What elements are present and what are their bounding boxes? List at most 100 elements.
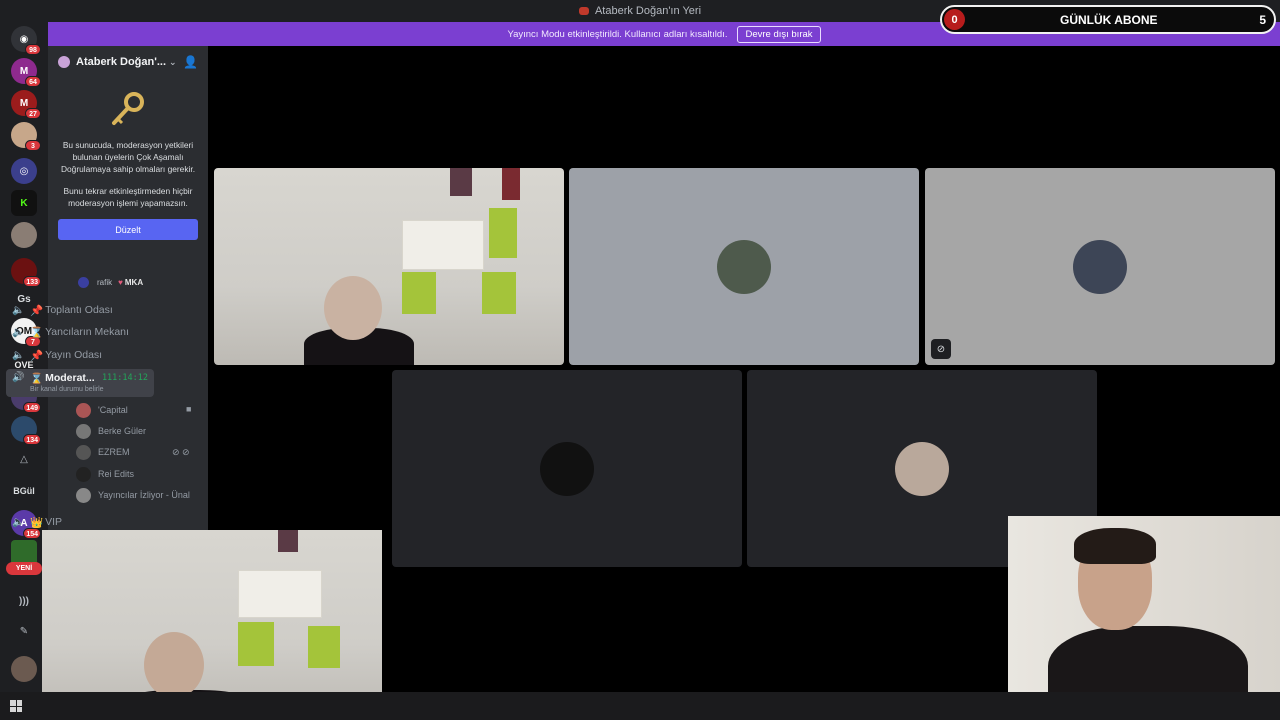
banner-message: Yayıncı Modu etkinleştirildi. Kullanıcı … (507, 28, 728, 40)
avatar (1073, 239, 1127, 294)
wall-poster (278, 530, 298, 552)
voice-member-rei-edits[interactable]: Rei Edits (76, 465, 134, 483)
green-shelf (402, 272, 436, 314)
channel-label: Yancıların Mekanı (45, 326, 129, 338)
person-hair (1074, 528, 1156, 564)
speaker-icon: 🔈 (12, 516, 25, 528)
key-icon (112, 92, 144, 125)
channel-label: Moderat... (45, 372, 95, 384)
avatar (78, 277, 89, 288)
rss-icon[interactable]: ))) (11, 588, 37, 614)
invite-people-icon[interactable]: 👤 (183, 55, 198, 69)
server-photo-4-icon[interactable]: 134 (11, 416, 41, 445)
member-name: Rei Edits (98, 469, 135, 479)
person-face (144, 632, 204, 698)
voice-member-ezrem[interactable]: EZREM (76, 443, 130, 461)
guild-header[interactable]: Ataberk Doğan'... ⌄ 👤 (48, 46, 208, 78)
green-shelf (489, 208, 517, 258)
channel-yayin-odasi[interactable]: 🔈 📌 Yayın Odası (6, 345, 154, 365)
green-shelf (308, 626, 340, 668)
windows-start-icon[interactable] (10, 700, 22, 712)
user-avatar[interactable] (11, 656, 37, 682)
server-discord-blue-icon[interactable]: ◎ (11, 158, 37, 184)
video-tile-avatar-2[interactable]: ⊘ (925, 168, 1275, 365)
member-name: EZREM (98, 447, 130, 457)
channel-prefix-icon: 👑 (30, 516, 44, 529)
voice-member-yayincilar-izliyor[interactable]: Yayıncılar İzliyor - Ünal (76, 486, 190, 504)
webcam-overlay-right (1008, 516, 1280, 720)
taskbar (0, 692, 1280, 720)
fix-mfa-button[interactable]: Düzelt (58, 219, 198, 240)
chevron-down-icon: ⌄ (169, 56, 177, 67)
guild-name: Ataberk Doğan'... (76, 56, 167, 68)
member-tag: MKA (124, 278, 144, 287)
channel-prefix-icon: ⌛ (30, 373, 44, 385)
avatar (76, 487, 91, 503)
speaker-icon: 🔈 (12, 326, 25, 338)
avatar (76, 466, 91, 482)
channel-label: VIP (45, 516, 63, 528)
channel-status-prompt[interactable]: Bir kanal durumu belirle (30, 386, 104, 393)
subscriber-current-count: 0 (944, 9, 965, 30)
channel-prefix-icon: 📌 (30, 349, 44, 362)
mfa-text-restriction: Bunu tekrar etkinleştirmeden hiçbir mode… (63, 186, 193, 208)
channel-vip[interactable]: 🔈 👑 VIP (6, 512, 154, 532)
video-tile-avatar-3[interactable] (392, 370, 742, 567)
server-kick-icon[interactable]: K (11, 190, 37, 216)
disable-streamer-mode-button[interactable]: Devre dışı bırak (737, 25, 821, 43)
new-servers-pill[interactable]: YENİ (6, 562, 42, 575)
person-face (324, 276, 382, 340)
voice-member-berke-guler[interactable]: Berke Güler (76, 422, 146, 440)
green-shelf (238, 622, 274, 666)
wall-poster (502, 168, 520, 200)
channel-label: Toplantı Odası (45, 304, 113, 316)
deafened-icon: ⊘ (931, 339, 951, 359)
member-name: 'Capital (98, 405, 128, 415)
channel-toplanti-odasi[interactable]: 🔈 📌 Toplantı Odası (6, 300, 154, 320)
pen-icon[interactable]: ✎ (11, 618, 37, 644)
wall-poster (450, 168, 472, 196)
window-title: Ataberk Doğan'ın Yeri (594, 5, 702, 17)
channel-prefix-icon: ⌛ (30, 326, 44, 339)
speaker-icon: 🔈 (12, 304, 25, 316)
top-member-row[interactable]: rafik ♥ MKA (78, 277, 143, 288)
server-photo-1-icon[interactable]: 3 (11, 122, 41, 151)
avatar (76, 402, 91, 418)
mfa-warning: Bu sunucuda, moderasyon yetkileri buluna… (48, 78, 208, 209)
subscriber-goal-count: 5 (1259, 13, 1266, 27)
voice-member-capital[interactable]: 'Capital (76, 401, 128, 419)
avatar (76, 423, 91, 439)
member-name: Berke Güler (98, 426, 147, 436)
server-m-pink-icon[interactable]: M 64 (11, 58, 41, 87)
channel-prefix-icon: 📌 (30, 304, 44, 317)
video-tile-camera-1[interactable] (214, 168, 564, 365)
server-red-icon[interactable]: 133 (11, 258, 41, 287)
green-shelf (482, 272, 516, 314)
avatar (895, 441, 949, 496)
video-tile-avatar-1[interactable] (569, 168, 919, 365)
avatar (540, 441, 594, 496)
member-name: rafik (97, 278, 113, 287)
avatar (717, 239, 771, 294)
server-triangle-icon[interactable]: △ (11, 446, 37, 472)
guild-icon (58, 56, 70, 68)
channel-timer: 111:14:12 (101, 373, 148, 383)
wall-shelf (238, 570, 322, 618)
wall-shelf (402, 220, 484, 270)
subscriber-label: GÜNLÜK ABONE (1060, 13, 1158, 27)
member-name: Yayıncılar İzliyor - Ünal (98, 490, 190, 500)
channel-label: Yayın Odası (45, 349, 103, 361)
speaker-icon: 🔈 (12, 349, 25, 361)
server-bgul-icon[interactable]: BGül (9, 478, 39, 504)
speaker-active-icon: 🔊 (12, 372, 25, 383)
heart-icon: ♥ (118, 278, 123, 287)
avatar (76, 444, 91, 460)
channel-moderator-active[interactable]: 🔊 ⌛ Moderat... 111:14:12 Bir kanal durum… (6, 369, 154, 397)
daily-subscriber-overlay: 0 GÜNLÜK ABONE 5 (940, 5, 1276, 34)
server-photo-2-icon[interactable] (11, 222, 37, 248)
server-m-red-icon[interactable]: M 27 (11, 90, 41, 119)
channel-yancilarin-mekani[interactable]: 🔈 ⌛ Yancıların Mekanı (6, 322, 154, 342)
discord-home-icon[interactable]: ◉ 98 (11, 26, 41, 55)
mfa-text-required: Bu sunucuda, moderasyon yetkileri buluna… (60, 140, 196, 174)
app-logo-icon (578, 7, 589, 15)
